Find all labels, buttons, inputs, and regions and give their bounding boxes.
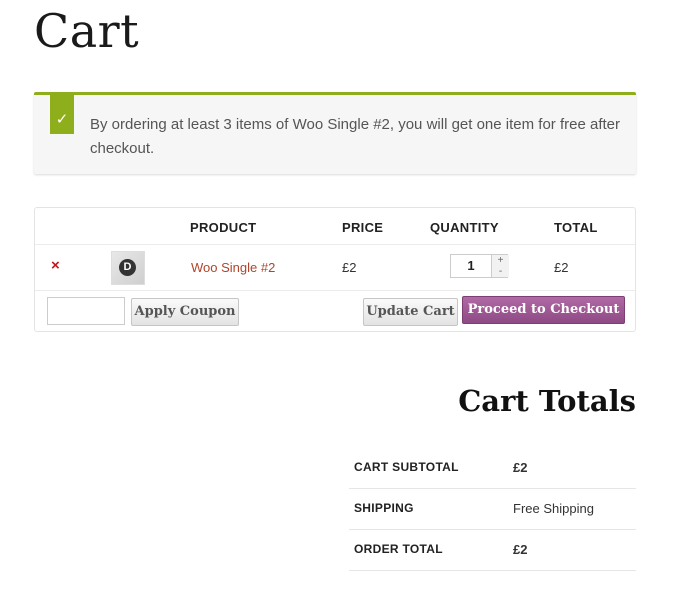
notice-message: By ordering at least 3 items of Woo Sing… bbox=[90, 116, 620, 157]
apply-coupon-button[interactable]: Apply Coupon bbox=[131, 298, 239, 326]
totals-label: CART SUBTOTAL bbox=[354, 460, 459, 474]
info-notice: ✓ By ordering at least 3 items of Woo Si… bbox=[34, 92, 636, 174]
product-thumbnail-icon[interactable]: D bbox=[111, 251, 145, 285]
quantity-stepper[interactable]: 1 + - bbox=[450, 254, 509, 278]
totals-label: ORDER TOTAL bbox=[354, 542, 443, 556]
header-total: TOTAL bbox=[554, 220, 598, 235]
update-cart-button[interactable]: Update Cart bbox=[363, 298, 458, 326]
coupon-input[interactable] bbox=[47, 297, 125, 325]
header-quantity: QUANTITY bbox=[430, 220, 499, 235]
quantity-input[interactable]: 1 bbox=[451, 258, 491, 273]
header-product: PRODUCT bbox=[190, 220, 257, 235]
totals-label: SHIPPING bbox=[354, 501, 414, 515]
totals-row: SHIPPING Free Shipping bbox=[349, 489, 636, 530]
totals-value: Free Shipping bbox=[513, 501, 594, 516]
totals-value: £2 bbox=[513, 542, 528, 557]
totals-row: CART SUBTOTAL £2 bbox=[349, 448, 636, 489]
product-logo-icon: D bbox=[119, 259, 136, 276]
cart-totals-title: Cart Totals bbox=[458, 384, 636, 418]
cart-table: PRODUCT PRICE QUANTITY TOTAL × D Woo Sin… bbox=[34, 207, 636, 343]
item-price: £2 bbox=[342, 260, 357, 275]
totals-value: £2 bbox=[513, 460, 528, 475]
header-price: PRICE bbox=[342, 220, 384, 235]
page-title: Cart bbox=[34, 4, 140, 58]
product-link[interactable]: Woo Single #2 bbox=[191, 260, 275, 275]
row-divider bbox=[35, 290, 635, 291]
totals-row: ORDER TOTAL £2 bbox=[349, 530, 636, 571]
remove-item-icon[interactable]: × bbox=[51, 257, 60, 274]
proceed-to-checkout-button[interactable]: Proceed to Checkout → bbox=[462, 296, 625, 343]
quantity-decrease-button[interactable]: - bbox=[491, 266, 509, 277]
row-divider bbox=[35, 244, 635, 245]
checkmark-icon: ✓ bbox=[50, 92, 74, 134]
item-total: £2 bbox=[554, 260, 569, 275]
